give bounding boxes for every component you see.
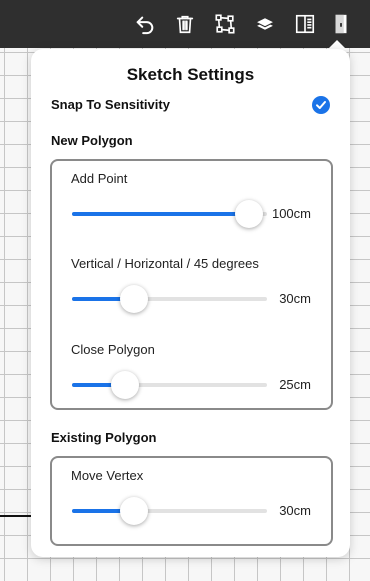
toolbar	[0, 0, 370, 48]
panel-icon[interactable]	[293, 12, 317, 36]
floor-plan-wall	[0, 515, 32, 517]
layers-icon[interactable]	[253, 12, 277, 36]
new-polygon-group: Add Point 100cm Vertical / Horizontal / …	[50, 159, 333, 410]
slider-value: 25cm	[279, 377, 311, 392]
slider-move-vertex: Move Vertex 30cm	[52, 468, 331, 538]
slider-label: Close Polygon	[71, 342, 155, 357]
slider-thumb[interactable]	[120, 285, 149, 313]
snap-to-sensitivity-checkbox[interactable]	[312, 96, 330, 114]
slider-track[interactable]	[72, 285, 267, 313]
slider-track[interactable]	[72, 200, 267, 228]
polygon-nodes-icon[interactable]	[213, 12, 237, 36]
new-polygon-title: New Polygon	[51, 133, 133, 148]
slider-label: Vertical / Horizontal / 45 degrees	[71, 256, 259, 271]
undo-icon[interactable]	[133, 12, 157, 36]
slider-label: Add Point	[71, 171, 128, 186]
slider-track[interactable]	[72, 371, 267, 399]
slider-track[interactable]	[72, 497, 267, 525]
slider-label: Move Vertex	[71, 468, 144, 483]
slider-thumb[interactable]	[120, 497, 149, 525]
existing-polygon-title: Existing Polygon	[51, 430, 157, 445]
panel-title: Sketch Settings	[126, 65, 255, 84]
slider-value: 100cm	[271, 206, 311, 221]
slider-value: 30cm	[279, 503, 311, 518]
sketch-settings-panel: Sketch Settings Snap To Sensitivity New …	[31, 49, 350, 557]
slider-fill	[72, 212, 250, 216]
slider-value: 30cm	[279, 291, 311, 306]
slider-thumb[interactable]	[110, 371, 139, 399]
existing-polygon-group: Move Vertex 30cm	[50, 456, 333, 546]
slider-close-polygon: Close Polygon 25cm	[52, 342, 331, 412]
snap-to-sensitivity-label: Snap To Sensitivity	[51, 97, 170, 112]
slider-thumb[interactable]	[235, 200, 264, 228]
slider-add-point: Add Point 100cm	[52, 171, 331, 241]
checkmark-icon	[316, 101, 326, 109]
trash-icon[interactable]	[173, 12, 197, 36]
door-icon[interactable]	[329, 12, 353, 36]
slider-vertical-horizontal-45: Vertical / Horizontal / 45 degrees 30cm	[52, 256, 331, 326]
